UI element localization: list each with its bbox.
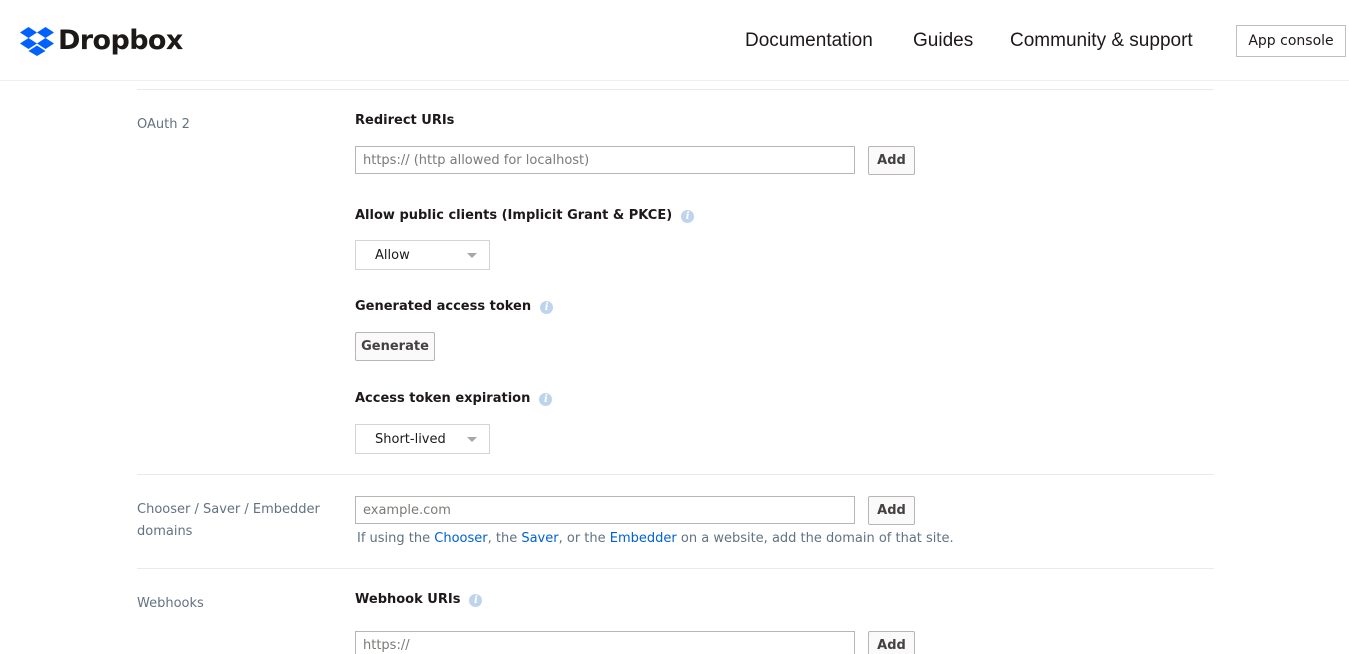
- add-webhook-button[interactable]: Add: [868, 631, 915, 654]
- nav-guides[interactable]: Guides: [913, 30, 973, 52]
- domain-help-text: If using the Chooser, the Saver, or the …: [357, 530, 954, 548]
- redirect-uri-input[interactable]: [355, 146, 855, 174]
- public-clients-title: Allow public clients (Implicit Grant & P…: [355, 208, 695, 224]
- public-clients-label: Allow public clients (Implicit Grant & P…: [355, 208, 673, 223]
- section-label-chooser-line2: domains: [137, 524, 193, 539]
- chooser-link[interactable]: Chooser: [434, 531, 487, 546]
- redirect-uris-label: Redirect URIs: [355, 113, 455, 128]
- info-icon[interactable]: i: [681, 209, 695, 223]
- access-token-title: Generated access token i: [355, 299, 554, 315]
- webhook-uris-label: Webhook URIs: [355, 592, 461, 607]
- generate-token-button[interactable]: Generate: [355, 332, 435, 361]
- info-icon[interactable]: i: [540, 300, 554, 314]
- dropbox-logo-icon: [20, 27, 54, 56]
- section-divider: [137, 89, 1214, 90]
- nav-community-support[interactable]: Community & support: [1010, 30, 1193, 52]
- token-expiration-value: Short-lived: [375, 431, 446, 447]
- top-header: Dropbox Documentation Guides Community &…: [0, 0, 1349, 81]
- domain-input[interactable]: [355, 496, 855, 524]
- public-clients-select[interactable]: Allow: [355, 240, 490, 270]
- access-token-label: Generated access token: [355, 299, 532, 314]
- public-clients-value: Allow: [375, 247, 410, 263]
- add-redirect-uri-button[interactable]: Add: [868, 146, 915, 175]
- redirect-uris-title: Redirect URIs: [355, 113, 454, 129]
- info-icon[interactable]: i: [539, 392, 553, 406]
- dropbox-logo[interactable]: Dropbox: [20, 26, 183, 56]
- token-expiration-select[interactable]: Short-lived: [355, 424, 490, 454]
- token-expiration-title: Access token expiration i: [355, 391, 553, 407]
- section-label-oauth: OAuth 2: [137, 117, 190, 132]
- section-label-webhooks: Webhooks: [137, 596, 204, 611]
- saver-link[interactable]: Saver: [521, 531, 558, 546]
- section-divider: [137, 568, 1214, 569]
- nav-documentation[interactable]: Documentation: [745, 30, 873, 52]
- add-domain-button[interactable]: Add: [868, 496, 915, 525]
- section-label-chooser-line1: Chooser / Saver / Embedder: [137, 502, 320, 517]
- section-divider: [137, 474, 1214, 475]
- embedder-link[interactable]: Embedder: [610, 531, 677, 546]
- help-sep2: , or the: [558, 531, 610, 546]
- help-sep1: , the: [487, 531, 522, 546]
- webhook-uris-title: Webhook URIs i: [355, 592, 483, 608]
- logo-wordmark: Dropbox: [58, 25, 183, 56]
- help-prefix: If using the: [357, 531, 435, 546]
- chevron-down-icon: [467, 437, 477, 442]
- token-expiration-label: Access token expiration: [355, 391, 531, 406]
- info-icon[interactable]: i: [469, 593, 483, 607]
- app-console-button[interactable]: App console: [1236, 25, 1346, 57]
- webhook-uri-input[interactable]: [355, 631, 855, 654]
- help-suffix: on a website, add the domain of that sit…: [676, 531, 954, 546]
- chevron-down-icon: [467, 253, 477, 258]
